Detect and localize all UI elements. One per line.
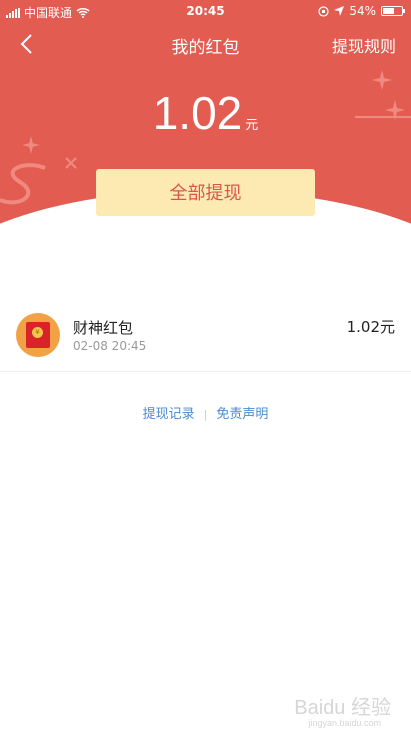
footer-links: 提现记录 | 免责声明 bbox=[0, 403, 411, 422]
disclaimer-link[interactable]: 免责声明 bbox=[216, 407, 268, 422]
watermark-logo: Baidu 经验 bbox=[294, 697, 391, 719]
record-amount: 1.02元 bbox=[346, 318, 395, 336]
expiry-notice: 请于2018年2月28日24:00前提现 逾期红包账户金额自动作废 bbox=[0, 230, 411, 264]
location-icon bbox=[334, 6, 345, 16]
nav-bar: 我的红包 提现规则 bbox=[0, 22, 411, 66]
list-item[interactable]: ¥ 财神红包 02-08 20:45 1.02元 bbox=[0, 300, 411, 372]
notice-line-2: 逾期红包账户金额自动作废 bbox=[127, 248, 284, 263]
status-bar: 中国联通 20:45 54% bbox=[0, 0, 411, 22]
battery-icon bbox=[381, 6, 405, 16]
red-envelope-icon: ¥ bbox=[16, 313, 60, 357]
record-date: 02-08 20:45 bbox=[73, 339, 147, 353]
watermark-url: jingyan.baidu.com bbox=[308, 718, 381, 728]
swirl-decor-icon bbox=[0, 163, 46, 205]
withdraw-all-button[interactable]: 全部提现 bbox=[96, 169, 315, 216]
withdraw-rules-link[interactable]: 提现规则 bbox=[332, 33, 396, 57]
rotation-lock-icon bbox=[318, 5, 329, 17]
cross-icon bbox=[65, 157, 77, 169]
balance-amount: 1.02 bbox=[152, 87, 243, 139]
withdraw-records-link[interactable]: 提现记录 bbox=[143, 407, 195, 422]
balance-display: 1.02 元 bbox=[0, 86, 411, 140]
battery-percent: 54% bbox=[349, 4, 376, 18]
link-divider: | bbox=[203, 408, 208, 421]
record-name: 财神红包 bbox=[73, 319, 134, 337]
notice-line-1: 请于2018年2月28日24:00前提现 bbox=[105, 231, 306, 246]
balance-unit: 元 bbox=[245, 118, 259, 133]
